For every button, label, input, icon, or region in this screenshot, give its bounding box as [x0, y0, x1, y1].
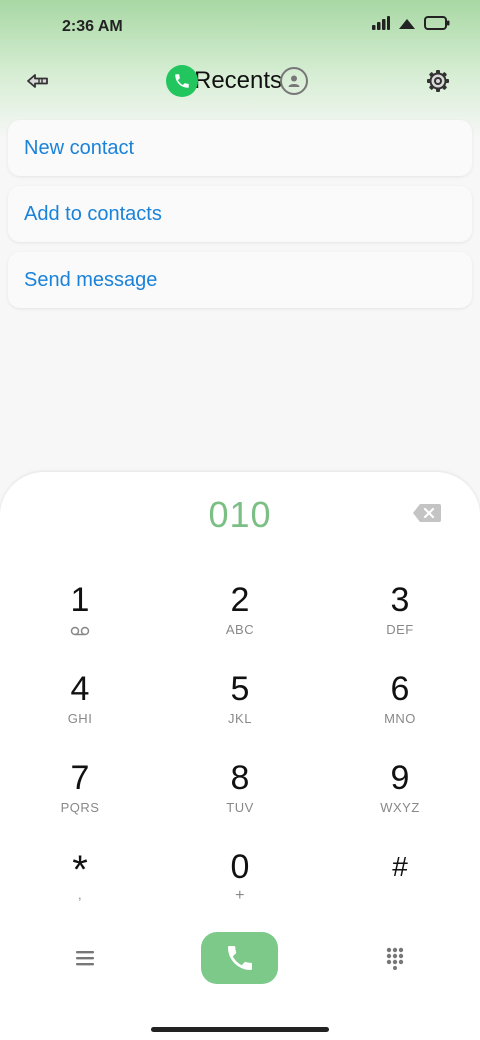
- key-letters: PQRS: [60, 800, 100, 815]
- backspace-icon: [413, 504, 441, 522]
- key-0[interactable]: 0 +: [160, 847, 320, 936]
- key-digit: 2: [230, 581, 250, 619]
- back-arrow-icon: [27, 74, 48, 88]
- key-digit: 3: [390, 581, 410, 619]
- menu-icon: [76, 951, 94, 966]
- key-hash[interactable]: #: [320, 847, 480, 936]
- keypad-row: * , 0 + #: [0, 847, 480, 936]
- phone-icon: [227, 946, 252, 970]
- keypad-row: 7 PQRS 8 TUV 9 WXYZ: [0, 758, 480, 847]
- key-letters: GHI: [67, 711, 93, 726]
- settings-button[interactable]: [424, 67, 452, 95]
- back-button[interactable]: [24, 67, 52, 95]
- key-digit: 5: [230, 670, 250, 708]
- signal-icon: [372, 16, 390, 30]
- call-button[interactable]: [201, 932, 278, 984]
- status-icons: [372, 16, 450, 30]
- key-digit: 4: [70, 670, 90, 708]
- key-4[interactable]: 4 GHI: [0, 669, 160, 758]
- page-title: Recents: [194, 67, 283, 94]
- new-contact-button[interactable]: New contact: [8, 120, 472, 176]
- backspace-button[interactable]: [412, 502, 442, 524]
- key-digit: 6: [390, 670, 410, 708]
- key-letters: MNO: [384, 711, 416, 726]
- menu-button[interactable]: [72, 946, 98, 970]
- dialpad-grid-icon: [386, 947, 404, 970]
- gear-icon: [427, 70, 449, 92]
- key-digit: 0: [230, 848, 250, 886]
- key-7[interactable]: 7 PQRS: [0, 758, 160, 847]
- key-letters: +: [235, 887, 245, 904]
- key-digit: #: [392, 851, 408, 882]
- key-letters: WXYZ: [380, 800, 420, 815]
- key-8[interactable]: 8 TUV: [160, 758, 320, 847]
- key-star[interactable]: * ,: [0, 847, 160, 936]
- dialed-number: 010: [208, 494, 272, 535]
- key-1[interactable]: 1: [0, 580, 160, 669]
- dialpad-panel: 010 1 2 ABC 3 DEF 4 GHI 5 JKL 6 MNO 7 PQ…: [0, 472, 480, 1040]
- phone-icon: [175, 74, 189, 88]
- key-letters: DEF: [386, 622, 414, 637]
- status-time: 2:36 AM: [62, 18, 123, 35]
- title-group: Recents: [166, 65, 309, 97]
- key-digit: 8: [230, 759, 250, 797]
- key-letters: ABC: [225, 622, 255, 637]
- battery-icon: [424, 16, 450, 30]
- quick-actions: New contact Add to contacts Send message: [8, 120, 472, 318]
- keypad-row: 4 GHI 5 JKL 6 MNO: [0, 669, 480, 758]
- key-digit: *: [72, 848, 88, 892]
- voicemail-icon: [70, 626, 90, 636]
- person-icon: [288, 75, 300, 87]
- key-letters: JKL: [228, 711, 252, 726]
- wifi-icon: [399, 19, 415, 29]
- dialer-bottom-bar: [0, 930, 480, 986]
- send-message-button[interactable]: Send message: [8, 252, 472, 308]
- key-9[interactable]: 9 WXYZ: [320, 758, 480, 847]
- app-header: Recents: [0, 55, 480, 110]
- tab-contacts[interactable]: [280, 67, 309, 95]
- key-6[interactable]: 6 MNO: [320, 669, 480, 758]
- status-bar: 2:36 AM: [0, 0, 480, 55]
- key-letters: ,: [77, 887, 83, 902]
- key-letters: TUV: [226, 800, 254, 815]
- keypad-row: 1 2 ABC 3 DEF: [0, 580, 480, 669]
- key-2[interactable]: 2 ABC: [160, 580, 320, 669]
- key-digit: 1: [70, 581, 90, 619]
- tab-recents[interactable]: [166, 65, 198, 97]
- add-to-contacts-button[interactable]: Add to contacts: [8, 186, 472, 242]
- key-5[interactable]: 5 JKL: [160, 669, 320, 758]
- key-digit: 7: [70, 759, 90, 797]
- key-3[interactable]: 3 DEF: [320, 580, 480, 669]
- keypad: 1 2 ABC 3 DEF 4 GHI 5 JKL 6 MNO 7 PQRS 8…: [0, 580, 480, 936]
- key-digit: 9: [390, 759, 410, 797]
- home-indicator[interactable]: [151, 1027, 329, 1032]
- keypad-toggle-button[interactable]: [385, 946, 405, 970]
